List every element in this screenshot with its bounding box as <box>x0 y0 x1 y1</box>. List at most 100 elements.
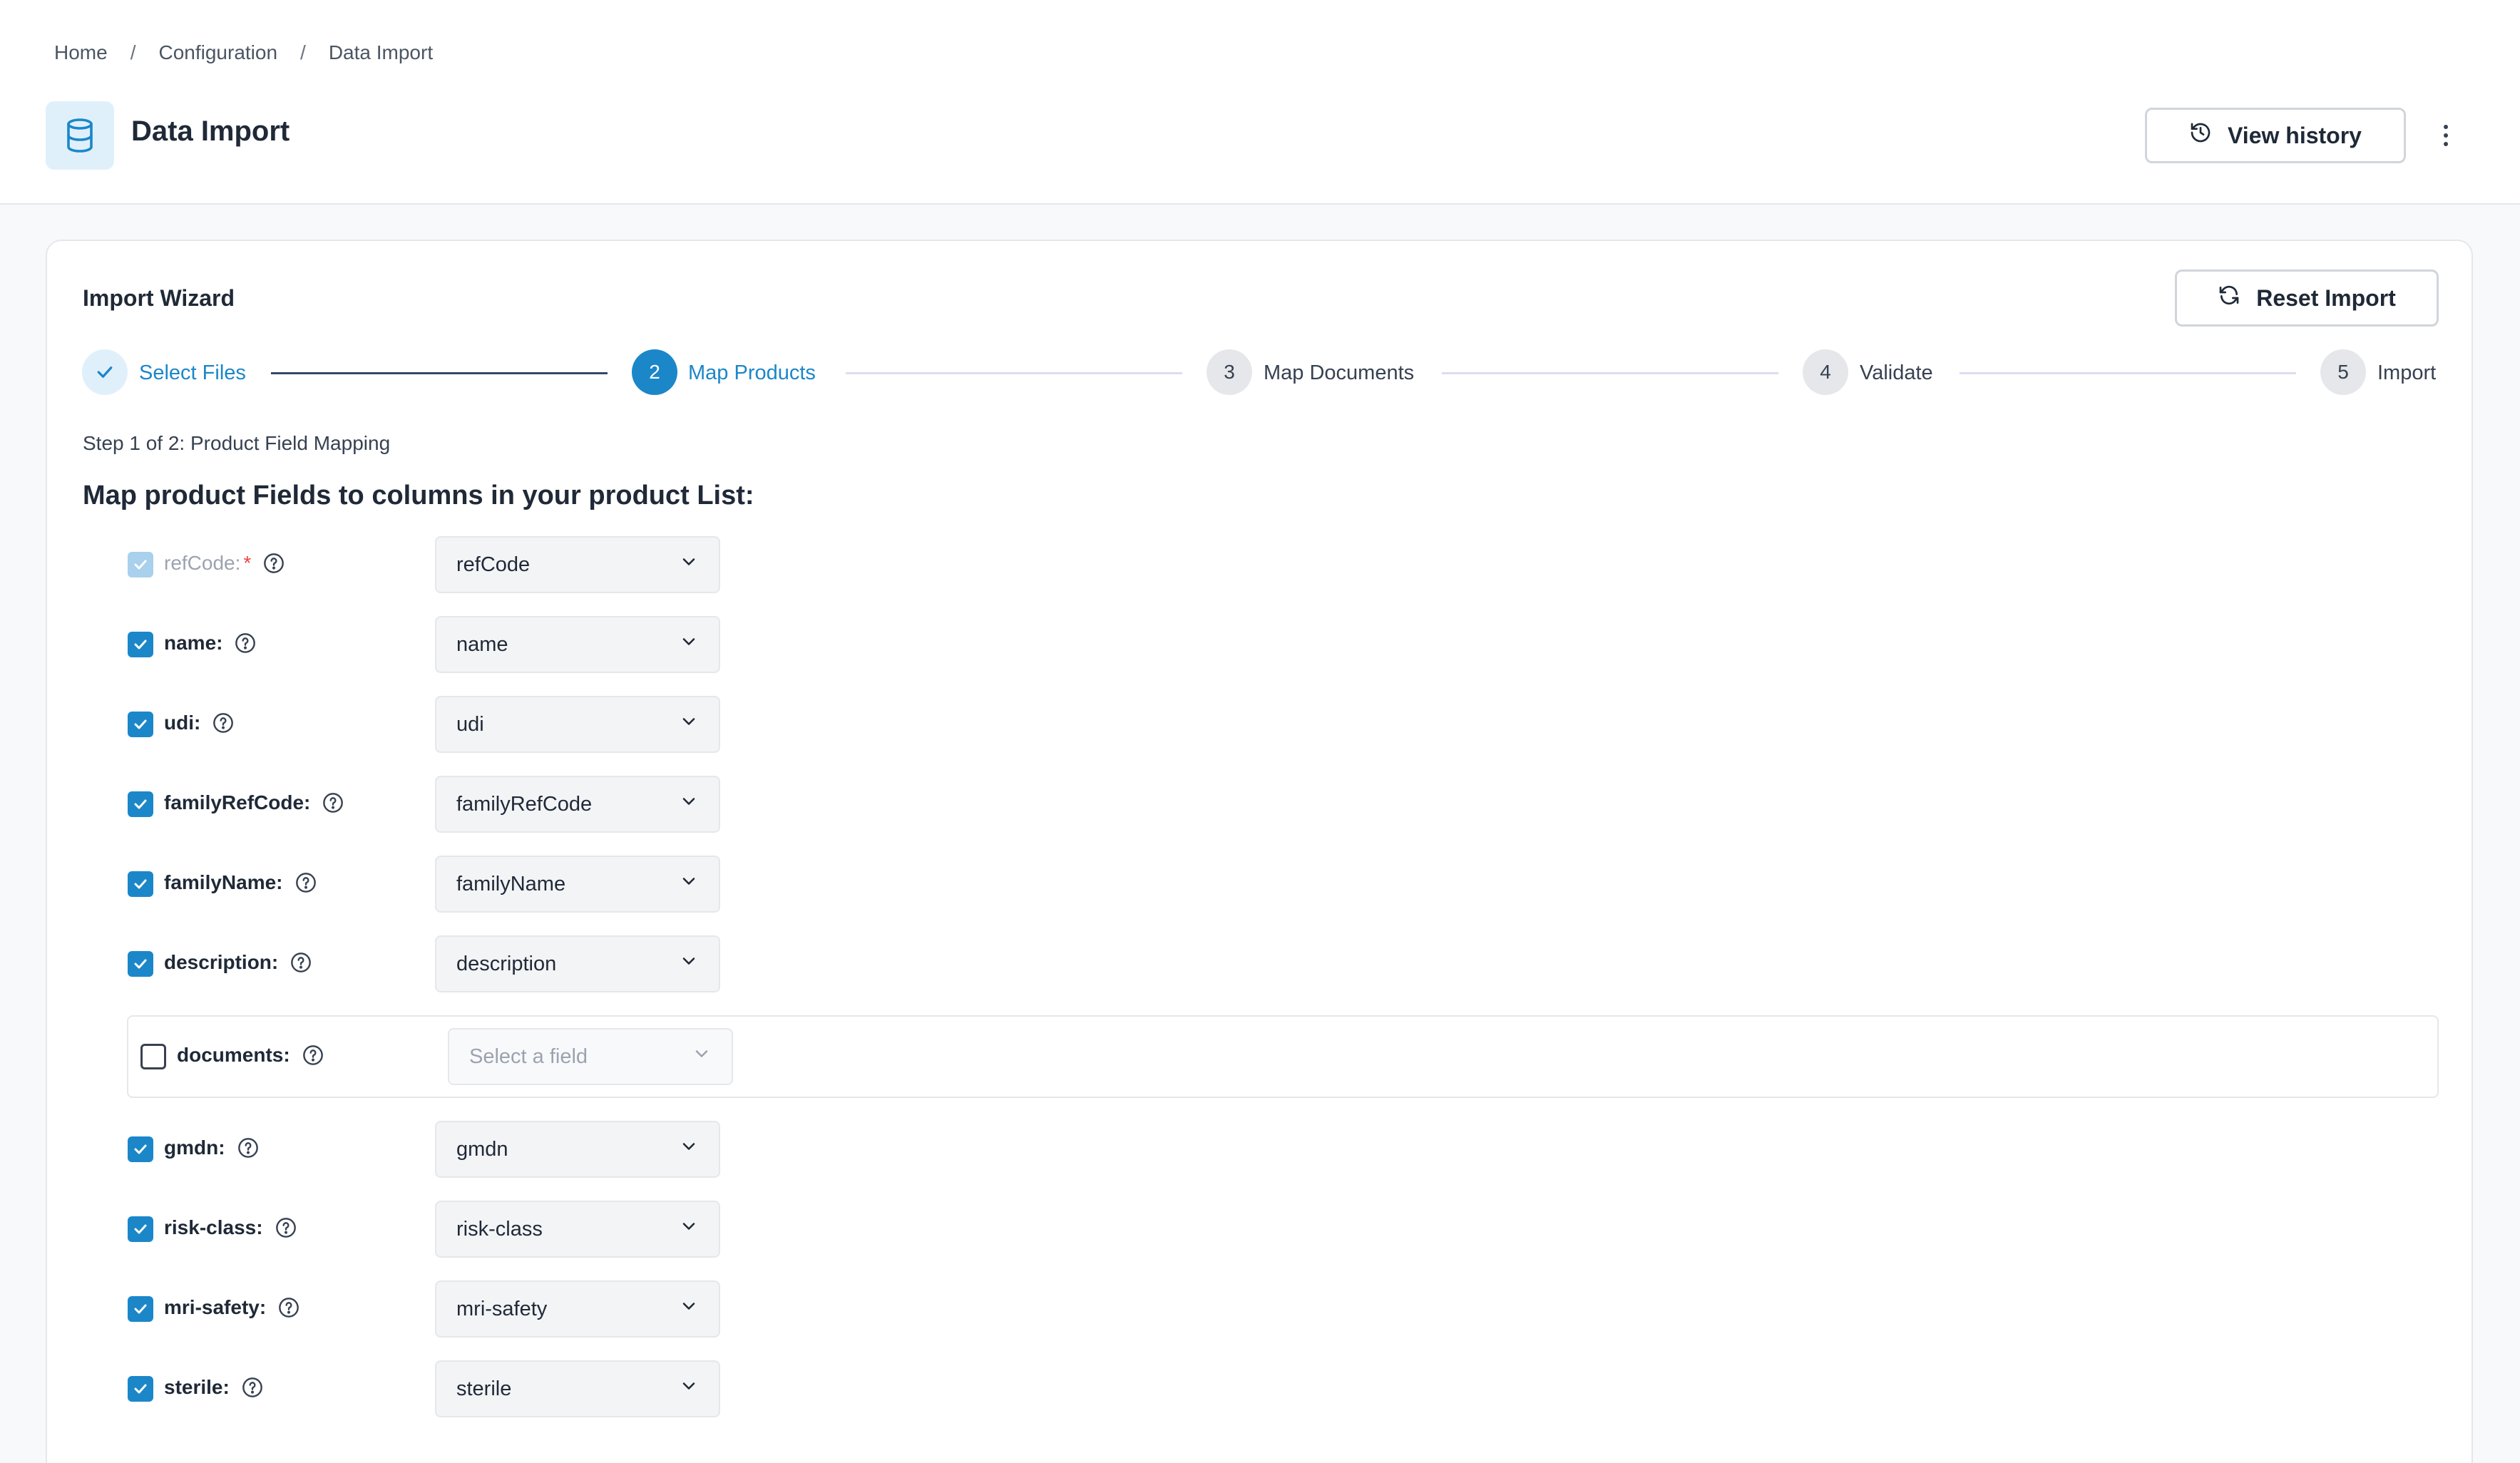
step-label-map-products[interactable]: Map Products <box>688 361 816 385</box>
help-icon[interactable] <box>302 1044 324 1067</box>
field-select-gmdn[interactable]: gmdn <box>435 1121 720 1178</box>
field-select-documents[interactable]: Select a field <box>448 1028 733 1085</box>
select-value: sterile <box>456 1377 512 1400</box>
checkbox-description[interactable] <box>128 951 153 977</box>
field-label-risk-class: risk-class: <box>164 1216 297 1239</box>
breadcrumb-home[interactable]: Home <box>54 41 108 64</box>
checkbox-familyrefcode[interactable] <box>128 791 153 817</box>
step-label-import[interactable]: Import <box>2377 361 2436 385</box>
step-4-number[interactable]: 4 <box>1803 349 1848 395</box>
field-select-risk-class[interactable]: risk-class <box>435 1201 720 1258</box>
field-select-description[interactable]: description <box>435 935 720 992</box>
field-label-text: sterile: <box>164 1376 230 1398</box>
field-label-udi: udi: <box>164 712 235 734</box>
checkbox-gmdn[interactable] <box>128 1136 153 1162</box>
chevron-down-icon <box>679 791 699 817</box>
breadcrumb-data-import: Data Import <box>328 41 434 63</box>
field-label-familyname: familyName: <box>164 871 317 894</box>
checkbox-name[interactable] <box>128 632 153 657</box>
field-select-mri-safety[interactable]: mri-safety <box>435 1280 720 1338</box>
step-connector <box>1960 372 2296 374</box>
field-label-text: familyRefCode: <box>164 791 311 813</box>
help-icon[interactable] <box>262 552 285 575</box>
checkbox-familyname[interactable] <box>128 871 153 897</box>
help-icon[interactable] <box>294 871 317 894</box>
breadcrumb-configuration[interactable]: Configuration <box>158 41 277 64</box>
field-label-text: refCode: <box>164 552 241 574</box>
step-label-select-files[interactable]: Select Files <box>139 361 246 385</box>
checkbox-documents[interactable] <box>140 1044 166 1069</box>
field-label-documents: documents: <box>177 1044 324 1067</box>
select-value: refCode <box>456 553 531 576</box>
chevron-down-icon <box>679 871 699 897</box>
field-label-name: name: <box>164 632 257 654</box>
field-label-text: familyName: <box>164 871 283 893</box>
field-select-sterile[interactable]: sterile <box>435 1360 720 1417</box>
checkbox-risk-class[interactable] <box>128 1216 153 1242</box>
checkbox-refcode <box>128 552 153 578</box>
help-icon[interactable] <box>277 1296 300 1319</box>
step-connector <box>846 372 1182 374</box>
breadcrumb-separator: / <box>130 41 136 63</box>
checkbox-mri-safety[interactable] <box>128 1296 153 1322</box>
field-label-description: description: <box>164 951 312 974</box>
field-label-text: risk-class: <box>164 1216 263 1238</box>
help-icon[interactable] <box>212 712 235 734</box>
wizard-title: Import Wizard <box>83 285 235 311</box>
step-connector <box>271 372 608 374</box>
field-select-name[interactable]: name <box>435 616 720 673</box>
field-select-familyname[interactable]: familyName <box>435 856 720 913</box>
checkbox-sterile[interactable] <box>128 1376 153 1402</box>
step-label-validate[interactable]: Validate <box>1860 361 1933 385</box>
chevron-down-icon <box>679 1136 699 1162</box>
step-1-check-icon[interactable] <box>82 349 128 395</box>
help-icon[interactable] <box>275 1216 297 1239</box>
field-row-sterile: sterile: sterile <box>47 1360 2472 1417</box>
mapping-heading: Map product Fields to columns in your pr… <box>83 481 754 510</box>
step-caption: Step 1 of 2: Product Field Mapping <box>83 432 391 454</box>
select-value: udi <box>456 712 484 736</box>
view-history-button[interactable]: View history <box>2145 108 2406 163</box>
chevron-down-icon <box>679 951 699 977</box>
field-row-mri-safety: mri-safety: mri-safety <box>47 1280 2472 1338</box>
field-select-familyrefcode[interactable]: familyRefCode <box>435 776 720 833</box>
chevron-down-icon <box>679 712 699 737</box>
step-label-map-documents[interactable]: Map Documents <box>1264 361 1414 385</box>
field-row-gmdn: gmdn: gmdn <box>47 1121 2472 1178</box>
select-value: familyRefCode <box>456 792 593 816</box>
step-3-number[interactable]: 3 <box>1207 349 1252 395</box>
field-label-text: mri-safety: <box>164 1296 267 1318</box>
help-icon[interactable] <box>234 632 257 654</box>
field-label-text: documents: <box>177 1044 290 1066</box>
history-icon <box>2189 121 2212 150</box>
field-select-refcode[interactable]: refCode <box>435 536 720 593</box>
page-title: Data Import <box>131 115 290 147</box>
help-icon[interactable] <box>290 951 312 974</box>
chevron-down-icon <box>679 1296 699 1322</box>
chevron-down-icon <box>679 1376 699 1402</box>
step-2-number[interactable]: 2 <box>632 349 677 395</box>
help-icon[interactable] <box>237 1136 260 1159</box>
reset-import-label: Reset Import <box>2256 284 2396 311</box>
checkbox-udi[interactable] <box>128 712 153 737</box>
breadcrumb: Home / Configuration / Data Import <box>54 37 433 68</box>
field-select-udi[interactable]: udi <box>435 696 720 753</box>
select-value: gmdn <box>456 1137 508 1161</box>
field-row-documents: documents: Select a field <box>47 1015 2472 1098</box>
help-icon[interactable] <box>322 791 344 814</box>
more-options-icon[interactable] <box>2432 114 2460 157</box>
reset-import-button[interactable]: Reset Import <box>2175 270 2439 327</box>
field-row-refcode: refCode: * refCode <box>47 536 2472 593</box>
help-icon[interactable] <box>241 1376 264 1399</box>
database-icon <box>46 101 114 170</box>
breadcrumb-separator: / <box>300 41 306 63</box>
field-row-familyrefcode: familyRefCode: familyRefCode <box>47 776 2472 833</box>
field-row-name: name: name <box>47 616 2472 673</box>
chevron-down-icon <box>679 552 699 578</box>
step-connector <box>1442 372 1778 374</box>
field-label-sterile: sterile: <box>164 1376 264 1399</box>
field-label-text: gmdn: <box>164 1136 225 1159</box>
step-5-number[interactable]: 5 <box>2320 349 2366 395</box>
page-header: Home / Configuration / Data Import Data … <box>0 0 2520 205</box>
select-value: mri-safety <box>456 1297 548 1320</box>
